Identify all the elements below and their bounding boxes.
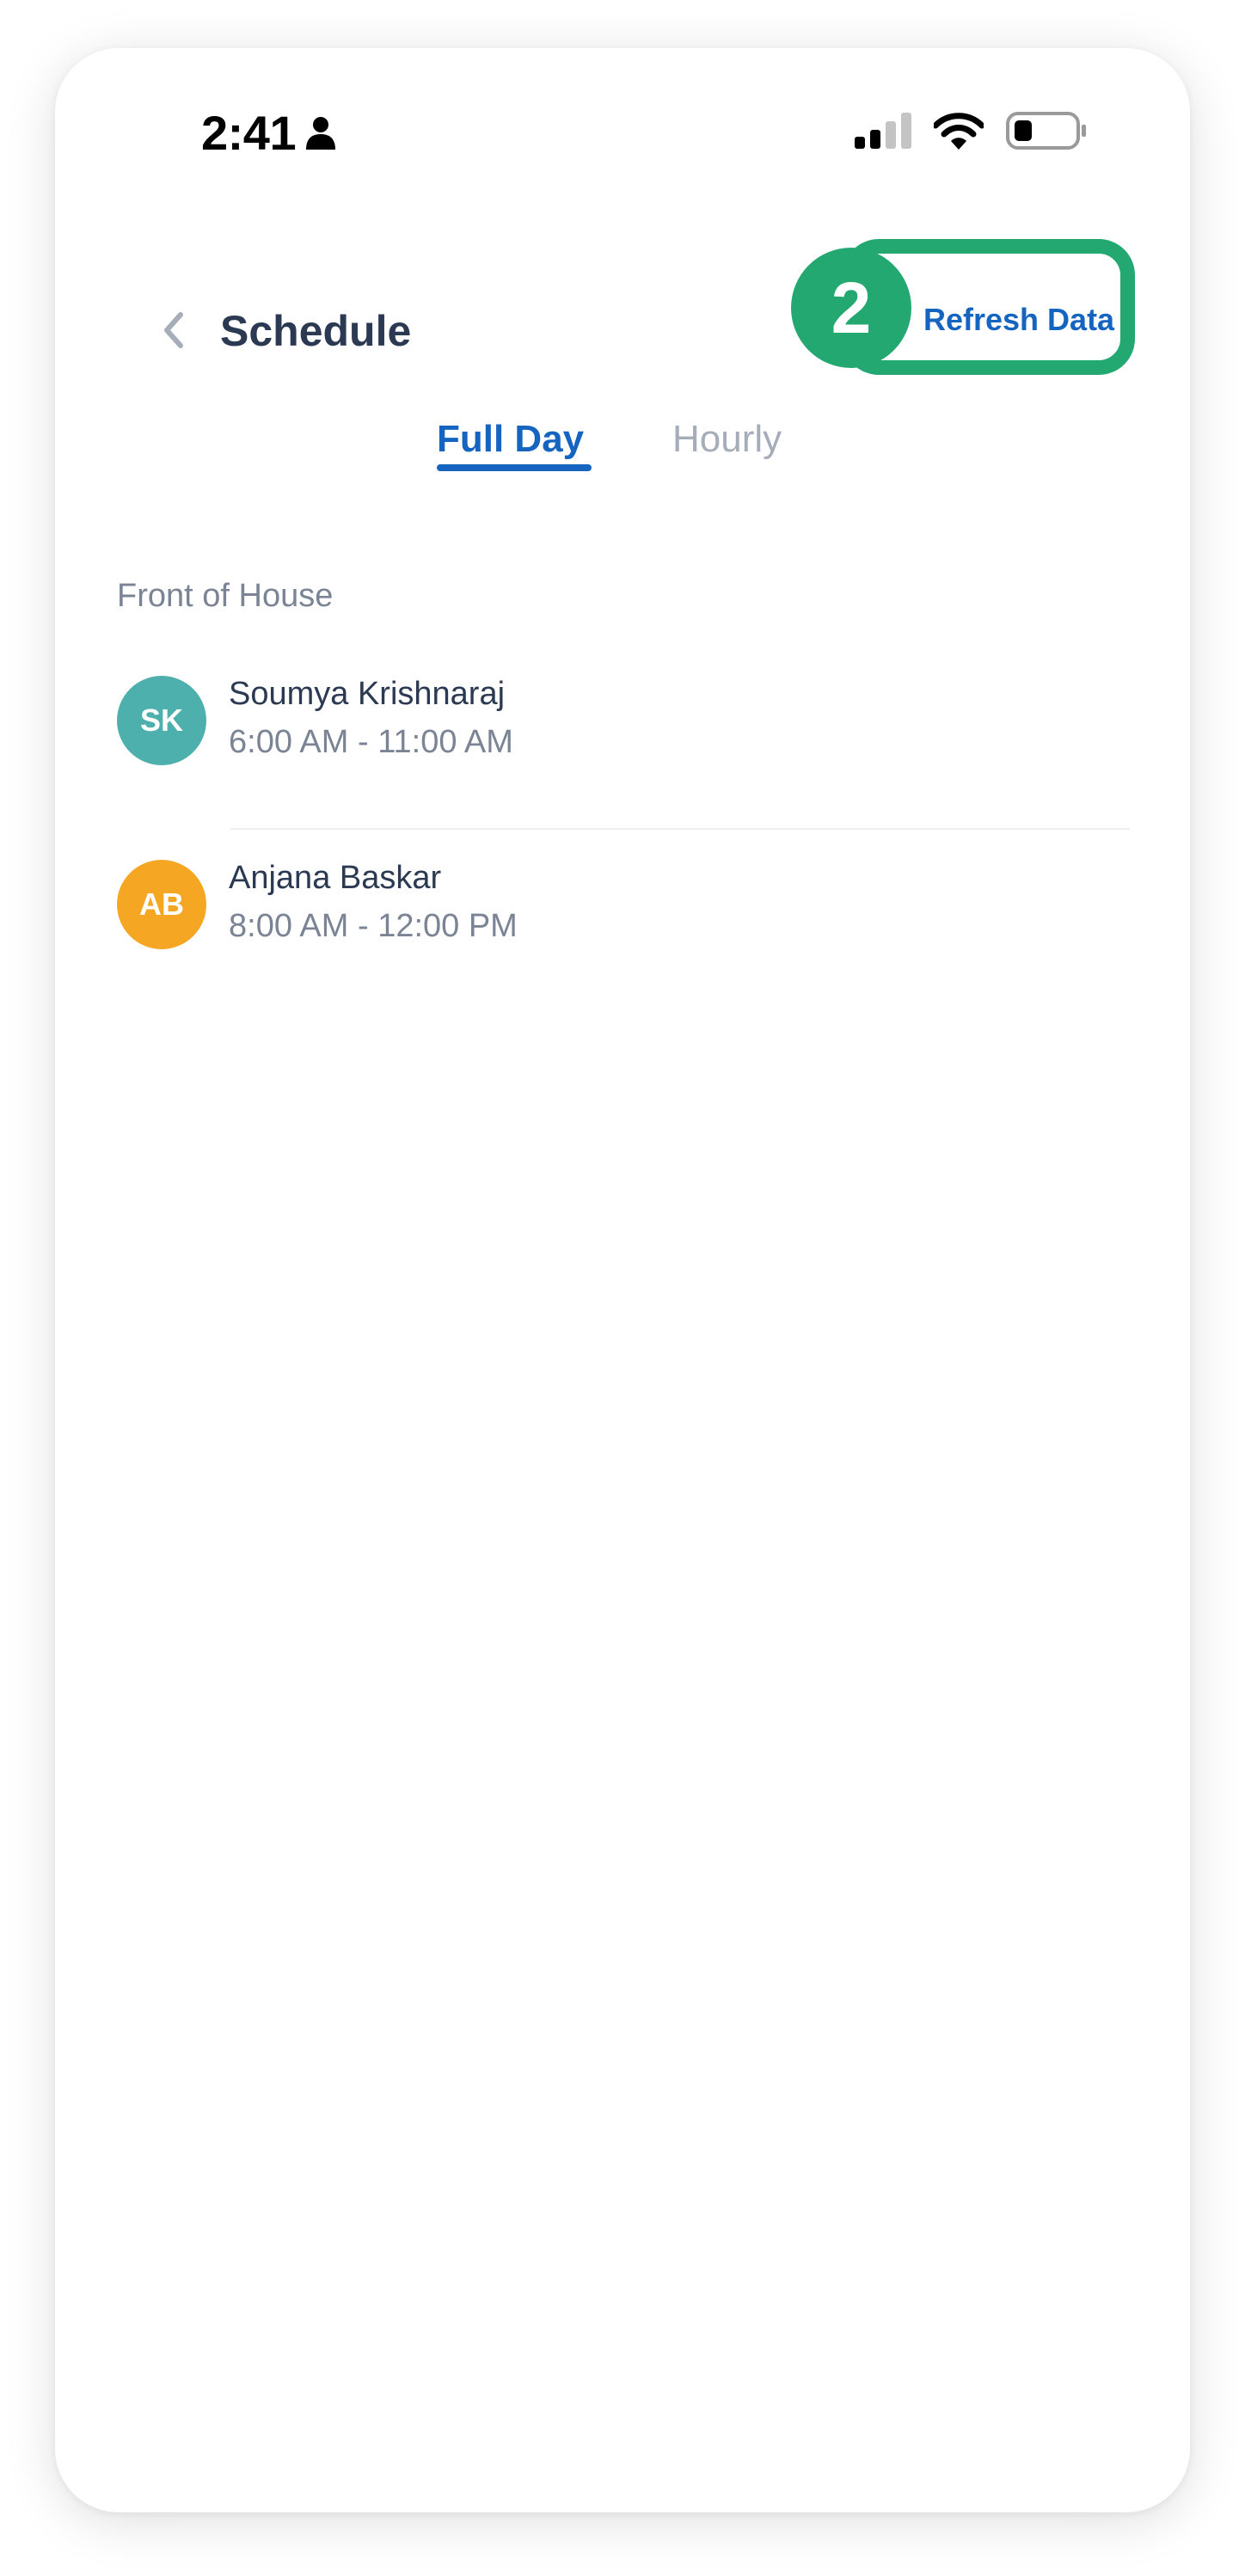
screenshot-stage: 2:41 Schedule Refresh Data 2 Full Day Ho… [0, 0, 1245, 2576]
status-time-text: 2:41 [201, 106, 297, 160]
status-time: 2:41 [201, 105, 337, 161]
status-icons [855, 112, 1087, 154]
tab-hourly[interactable]: Hourly [672, 418, 782, 461]
shift-time: 8:00 AM - 12:00 PM [229, 908, 518, 944]
list-item[interactable]: SK Soumya Krishnaraj 6:00 AM - 11:00 AM [117, 676, 1183, 770]
avatar: AB [117, 860, 206, 949]
section-heading: Front of House [117, 578, 334, 614]
tab-full-day[interactable]: Full Day [437, 418, 584, 461]
wifi-icon [932, 112, 985, 154]
back-button[interactable] [148, 289, 199, 375]
list-divider [230, 828, 1130, 830]
shift-time: 6:00 AM - 11:00 AM [229, 724, 513, 760]
avatar: SK [117, 676, 206, 765]
step-number-badge: 2 [791, 248, 911, 368]
employee-name: Anjana Baskar [229, 860, 442, 896]
list-item[interactable]: AB Anjana Baskar 8:00 AM - 12:00 PM [117, 860, 1183, 954]
refresh-data-button[interactable]: Refresh Data [923, 302, 1114, 338]
cellular-signal-icon [855, 113, 911, 153]
person-icon [304, 105, 337, 161]
battery-icon [1006, 112, 1087, 154]
page-title: Schedule [220, 307, 412, 355]
active-tab-indicator [437, 464, 592, 471]
phone-screen: 2:41 Schedule Refresh Data 2 Full Day Ho… [55, 48, 1190, 2512]
chevron-left-icon [162, 311, 186, 353]
employee-name: Soumya Krishnaraj [229, 676, 506, 712]
